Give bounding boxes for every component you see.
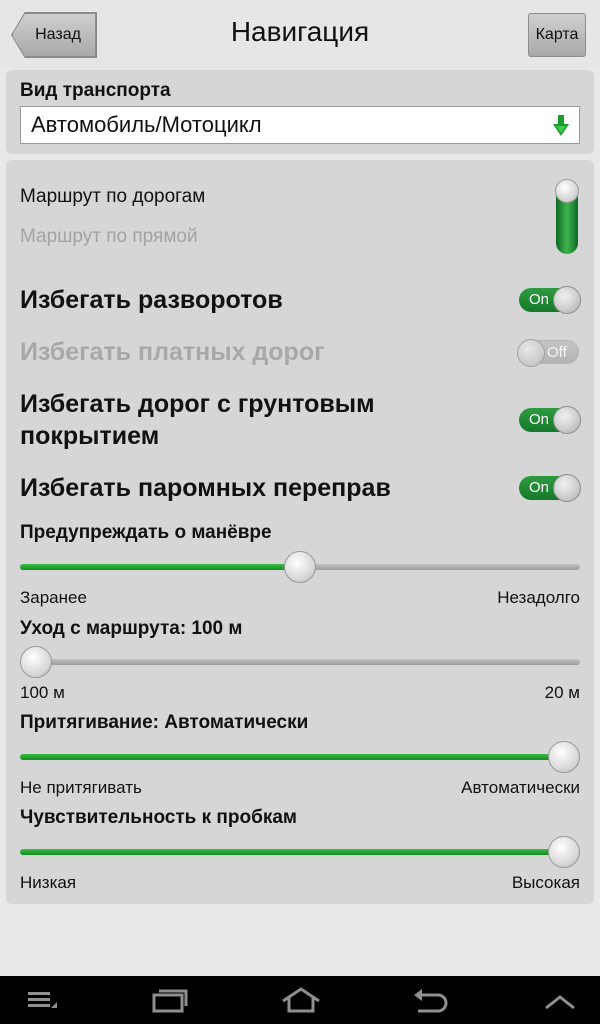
switch-knob <box>517 339 545 367</box>
back-button-label: Назад <box>35 26 81 43</box>
maneuver-warning-min-label: Заранее <box>20 588 87 607</box>
transport-panel: Вид транспорта Автомобиль/Мотоцикл <box>6 70 594 154</box>
avoid-u-turns-label: Избегать разворотов <box>20 286 283 314</box>
back-icon[interactable] <box>410 986 450 1014</box>
avoid-unpaved-roads-label: Избегать дорог с грунтовым покрытием <box>20 390 375 450</box>
route-on-roads-option[interactable]: Маршрут по дорогам <box>20 186 205 208</box>
slider-knob[interactable] <box>20 646 52 678</box>
avoid-toll-roads-switch[interactable]: Off <box>517 339 579 367</box>
traffic-sensitivity-slider[interactable] <box>20 836 580 868</box>
settings-panel: Маршрут по дорогам Маршрут по прямой Изб… <box>6 160 594 904</box>
back-button[interactable]: Назад <box>12 13 96 57</box>
avoid-ferries-switch[interactable]: On <box>519 474 581 502</box>
traffic-sensitivity-max-label: Высокая <box>511 873 580 892</box>
maneuver-warning-title: Предупреждать о манёвре <box>20 522 272 543</box>
slider-knob[interactable] <box>284 551 316 583</box>
page-title: Навигация <box>230 16 370 47</box>
maneuver-warning-slider[interactable] <box>20 551 580 583</box>
transport-select[interactable]: Автомобиль/Мотоцикл <box>20 106 580 144</box>
snapping-title: Притягивание: Автоматически <box>20 712 309 733</box>
snapping-max-label: Автоматически <box>461 778 580 797</box>
slider-knob[interactable] <box>548 836 580 868</box>
switch-state-text: On <box>529 291 550 308</box>
home-icon[interactable] <box>280 986 322 1014</box>
traffic-sensitivity-title: Чувствительность к пробкам <box>20 807 297 828</box>
traffic-sensitivity-min-label: Низкая <box>20 873 77 892</box>
switch-knob <box>553 406 581 434</box>
off-route-min-label: 100 м <box>20 683 65 702</box>
slider-fill <box>20 849 564 855</box>
snapping-min-label: Не притягивать <box>20 778 142 797</box>
route-straight-option[interactable]: Маршрут по прямой <box>20 226 198 248</box>
off-route-max-label: 20 м <box>544 683 580 702</box>
slider-knob[interactable] <box>548 741 580 773</box>
map-button-label: Карта <box>535 26 579 43</box>
slider-fill <box>20 754 564 760</box>
avoid-toll-roads-label: Избегать платных дорог <box>20 338 325 366</box>
route-type-toggle[interactable] <box>555 179 579 254</box>
system-navigation-bar <box>0 976 600 1024</box>
route-type-toggle-knob[interactable] <box>555 179 579 203</box>
avoid-unpaved-roads-switch[interactable]: On <box>519 406 581 434</box>
slider-fill <box>20 564 300 570</box>
switch-knob <box>553 286 581 314</box>
down-arrow-icon <box>553 115 569 136</box>
off-route-title: Уход с маршрута: 100 м <box>20 618 243 639</box>
avoid-u-turns-switch[interactable]: On <box>519 286 581 314</box>
avoid-ferries-label: Избегать паромных переправ <box>20 474 391 502</box>
transport-selected-value: Автомобиль/Мотоцикл <box>31 112 262 137</box>
switch-state-text: Off <box>547 344 567 361</box>
up-chevron-icon[interactable] <box>542 986 578 1014</box>
recent-apps-icon[interactable] <box>150 986 190 1014</box>
maneuver-warning-max-label: Незадолго <box>497 588 580 607</box>
switch-state-text: On <box>529 411 550 428</box>
transport-label: Вид транспорта <box>20 80 171 101</box>
map-button[interactable]: Карта <box>528 13 586 57</box>
switch-state-text: On <box>529 479 550 496</box>
menu-icon[interactable] <box>26 986 58 1014</box>
header-bar: Назад Навигация Карта <box>0 0 600 68</box>
off-route-slider[interactable] <box>20 646 580 678</box>
switch-knob <box>553 474 581 502</box>
snapping-slider[interactable] <box>20 741 580 773</box>
